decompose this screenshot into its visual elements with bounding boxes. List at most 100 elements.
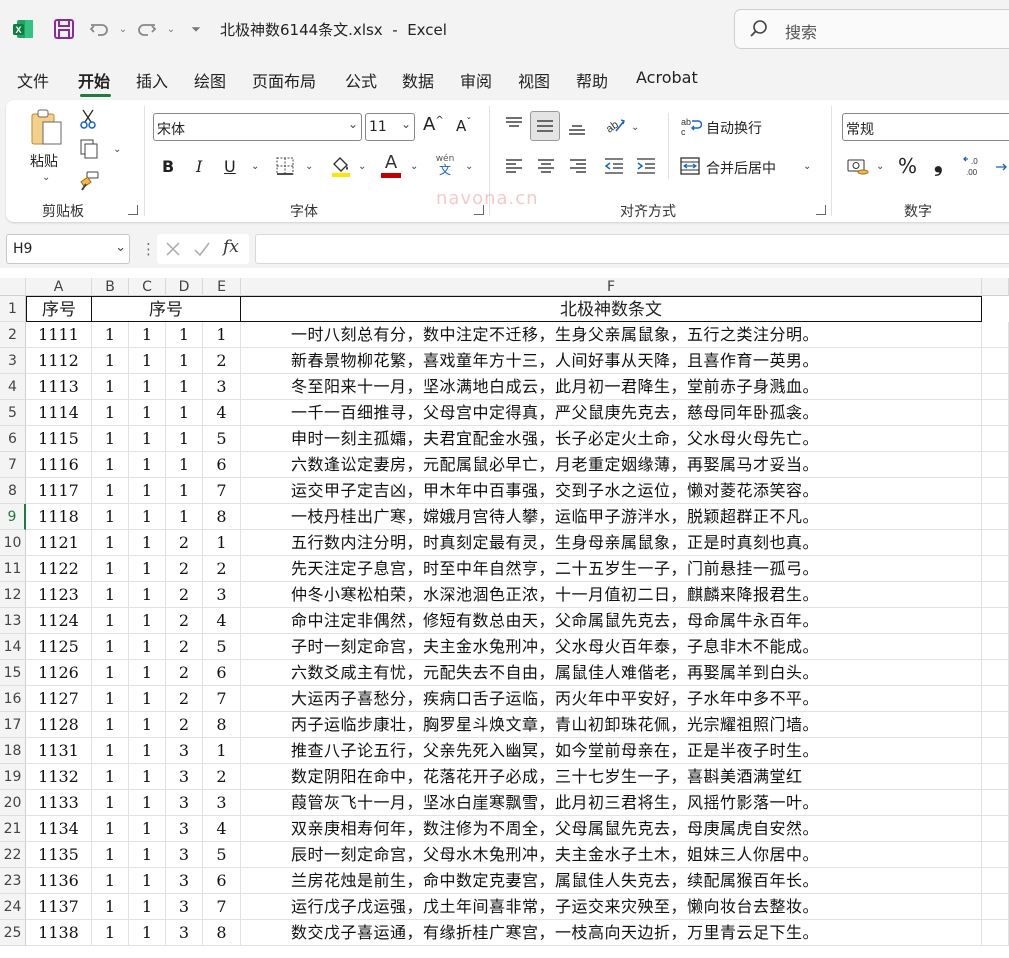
table-cell[interactable]: 1135 [26, 842, 92, 868]
row-header[interactable]: 21 [0, 816, 26, 842]
verse-cell[interactable]: 六数逢讼定妻房，元配属鼠必早亡，月老重定姻缘薄，再娶属马才妥当。 [241, 452, 982, 478]
verse-cell[interactable]: 申时一刻主孤孀，夫君宜配金水强，长子必定火土命，父水母火母先亡。 [241, 426, 982, 452]
tab-review[interactable]: 审阅 [460, 68, 492, 92]
tab-page-layout[interactable]: 页面布局 [252, 68, 316, 92]
table-cell[interactable]: 1 [129, 530, 166, 556]
table-cell[interactable]: 1 [129, 894, 166, 920]
undo-icon[interactable] [86, 16, 112, 42]
row-header[interactable]: 25 [0, 920, 26, 946]
table-cell[interactable]: 1 [166, 426, 203, 452]
header-cell-verse[interactable]: 北极神数条文 [241, 296, 982, 322]
column-header-c[interactable]: C [129, 278, 166, 296]
verse-cell[interactable]: 辰时一刻定命宫，父母水木兔刑冲，夫主金水子土木，姐妹三人你居中。 [241, 842, 982, 868]
table-cell[interactable]: 2 [203, 556, 241, 582]
table-cell[interactable]: 1 [129, 764, 166, 790]
verse-cell[interactable]: 五行数内注分明，时真刻定最有灵，生身母亲属鼠象，正是时真刻也真。 [241, 530, 982, 556]
redo-dropdown-icon[interactable]: ⌄ [158, 16, 184, 42]
table-cell[interactable]: 1 [92, 348, 129, 374]
insert-function-button[interactable]: fx [223, 237, 239, 257]
table-cell[interactable]: 1 [92, 556, 129, 582]
row-header[interactable]: 1 [0, 296, 26, 322]
table-cell[interactable]: 4 [203, 400, 241, 426]
table-cell[interactable]: 1 [92, 920, 129, 946]
table-cell[interactable]: 1 [92, 582, 129, 608]
table-cell[interactable]: 6 [203, 452, 241, 478]
table-cell[interactable]: 3 [203, 374, 241, 400]
copy-icon[interactable] [78, 138, 100, 160]
row-header[interactable]: 5 [0, 400, 26, 426]
verse-cell[interactable]: 葭管灰飞十一月，坚冰白崖寒飘雪，此月初三君将生，风摇竹影落一叶。 [241, 790, 982, 816]
table-cell[interactable]: 1 [129, 816, 166, 842]
tab-file[interactable]: 文件 [17, 68, 49, 92]
table-cell[interactable]: 1 [92, 400, 129, 426]
row-header[interactable]: 24 [0, 894, 26, 920]
verse-cell[interactable]: 命中注定非偶然，修短有数总由天，父命属鼠先克去，母命属牛永百年。 [241, 608, 982, 634]
table-cell[interactable]: 1 [92, 634, 129, 660]
table-cell[interactable]: 1 [92, 374, 129, 400]
table-cell[interactable]: 1 [166, 374, 203, 400]
font-color-dropdown-icon[interactable]: ⌄ [410, 161, 418, 172]
table-cell[interactable]: 1 [92, 868, 129, 894]
table-cell[interactable]: 1 [92, 322, 129, 348]
percent-style-button[interactable]: % [898, 154, 917, 178]
table-cell[interactable]: 1 [166, 322, 203, 348]
copy-dropdown-icon[interactable]: ⌄ [113, 144, 121, 155]
table-cell[interactable]: 1 [92, 790, 129, 816]
table-cell[interactable]: 1 [129, 842, 166, 868]
orientation-dropdown-icon[interactable]: ⌄ [631, 122, 639, 133]
table-cell[interactable] [982, 660, 1009, 686]
phonetic-dropdown-icon[interactable]: ⌄ [465, 161, 473, 172]
table-cell[interactable]: 1 [92, 426, 129, 452]
accounting-dropdown-icon[interactable]: ⌄ [876, 161, 884, 172]
table-cell[interactable]: 7 [203, 894, 241, 920]
table-cell[interactable]: 3 [166, 738, 203, 764]
underline-button[interactable]: U [224, 157, 236, 176]
table-cell[interactable]: 1 [203, 530, 241, 556]
table-cell[interactable]: 1127 [26, 686, 92, 712]
table-cell[interactable]: 1117 [26, 478, 92, 504]
table-cell[interactable] [982, 920, 1009, 946]
table-cell[interactable] [982, 556, 1009, 582]
table-cell[interactable]: 3 [166, 868, 203, 894]
table-cell[interactable]: 1114 [26, 400, 92, 426]
table-cell[interactable]: 7 [203, 686, 241, 712]
table-cell[interactable] [982, 322, 1009, 348]
table-cell[interactable] [982, 348, 1009, 374]
table-cell[interactable] [982, 452, 1009, 478]
column-header-a[interactable]: A [26, 278, 92, 296]
accounting-format-icon[interactable] [846, 155, 870, 177]
row-header[interactable]: 11 [0, 556, 26, 582]
align-right-icon[interactable] [568, 158, 588, 174]
table-cell[interactable]: 1118 [26, 504, 92, 530]
verse-cell[interactable]: 运行戊子戊运强，戊土年间喜非常，子运交来灾殃至，懒向妆台去整妆。 [241, 894, 982, 920]
table-cell[interactable]: 1 [129, 608, 166, 634]
table-cell[interactable] [982, 426, 1009, 452]
verse-cell[interactable]: 数定阴阳在命中，花落花开子必成，三十七岁生一子，喜斟美酒满堂红 [241, 764, 982, 790]
wrap-text-icon[interactable]: ab c [680, 116, 703, 137]
font-color-button[interactable]: A [380, 153, 402, 179]
table-cell[interactable]: 4 [203, 608, 241, 634]
table-cell[interactable]: 5 [203, 426, 241, 452]
tab-home[interactable]: 开始 [78, 68, 110, 92]
table-cell[interactable]: 6 [203, 660, 241, 686]
verse-cell[interactable]: 运交甲子定吉凶，甲木年中百事强，交到子水之运位，懒对菱花添笑容。 [241, 478, 982, 504]
clipboard-launcher-icon[interactable] [128, 205, 138, 215]
verse-cell[interactable]: 一时八刻总有分，数中注定不迁移，生身父亲属鼠象，五行之类注分明。 [241, 322, 982, 348]
verse-cell[interactable]: 冬至阳来十一月，坚冰满地白成云，此月初一君降生，堂前赤子身溅血。 [241, 374, 982, 400]
italic-button[interactable]: I [196, 157, 202, 176]
table-cell[interactable]: 1112 [26, 348, 92, 374]
table-cell[interactable]: 1125 [26, 634, 92, 660]
table-cell[interactable]: 1 [92, 660, 129, 686]
table-cell[interactable] [982, 374, 1009, 400]
table-cell[interactable]: 2 [166, 608, 203, 634]
table-cell[interactable]: 1 [129, 426, 166, 452]
table-cell[interactable]: 2 [166, 686, 203, 712]
table-cell[interactable] [982, 764, 1009, 790]
paste-dropdown-icon[interactable]: ⌄ [42, 172, 50, 183]
borders-dropdown-icon[interactable]: ⌄ [305, 161, 313, 172]
align-top-icon[interactable] [504, 116, 524, 132]
decrease-decimal-icon[interactable] [994, 155, 1009, 177]
table-cell[interactable] [982, 738, 1009, 764]
column-header-f[interactable]: F [241, 278, 982, 296]
shrink-font-button[interactable]: Aˇ [456, 117, 471, 135]
